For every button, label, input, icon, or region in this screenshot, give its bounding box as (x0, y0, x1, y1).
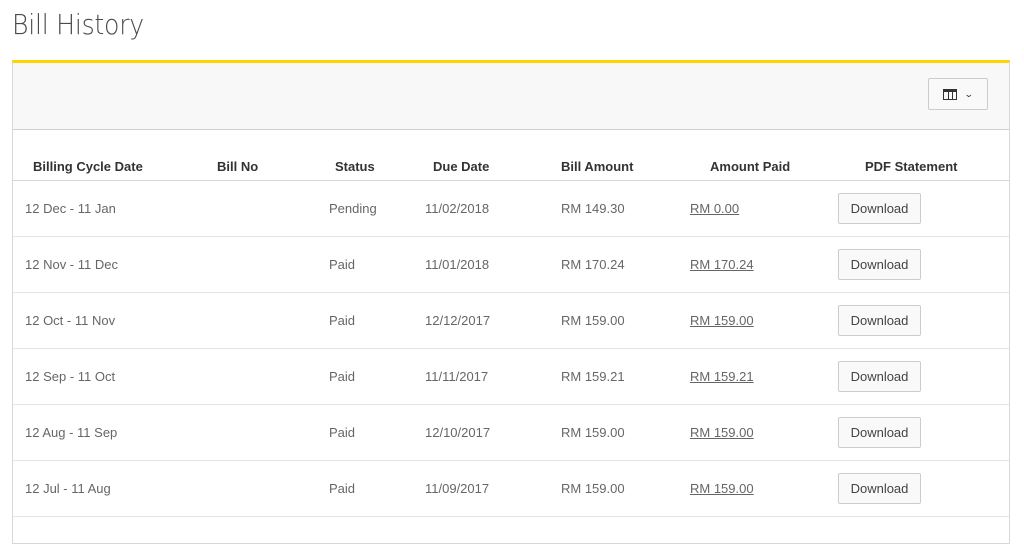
pdf-statement-cell: Download (838, 236, 1009, 293)
download-button[interactable]: Download (838, 248, 921, 280)
download-button[interactable]: Download (838, 192, 921, 224)
status: Paid (329, 292, 425, 349)
billing-cycle-date: 12 Oct - 11 Nov (13, 292, 199, 349)
pdf-statement-cell: Download (838, 180, 1009, 237)
status: Paid (329, 460, 425, 517)
bill-history-table: Billing Cycle Date Bill No Status Due Da… (13, 153, 1009, 546)
table-row: 12 Dec - 11 Jan Pending 11/02/2018 RM 14… (13, 180, 1009, 237)
status: Pending (329, 180, 425, 237)
bill-no (199, 404, 329, 461)
bill-amount: RM 159.00 (548, 292, 688, 349)
amount-paid-link[interactable]: RM 159.00 (690, 313, 754, 328)
due-date: 12/12/2017 (425, 292, 548, 349)
amount-paid-link[interactable]: RM 159.00 (690, 481, 754, 496)
amount-paid-cell: RM 159.00 (688, 460, 838, 517)
due-date: 11/01/2018 (425, 236, 548, 293)
spacer-cell (13, 516, 1009, 546)
pdf-statement-cell: Download (838, 292, 1009, 349)
billing-cycle-date: 12 Sep - 11 Oct (13, 348, 199, 405)
billing-cycle-date: 12 Jul - 11 Aug (13, 460, 199, 517)
header-status[interactable]: Status (329, 153, 425, 181)
amount-paid-cell: RM 0.00 (688, 180, 838, 237)
due-date: 11/11/2017 (425, 348, 548, 405)
amount-paid-cell: RM 159.00 (688, 292, 838, 349)
table-row: 12 Aug - 11 Sep Paid 12/10/2017 RM 159.0… (13, 404, 1009, 461)
status: Paid (329, 404, 425, 461)
chevron-down-icon: ⌄ (964, 88, 974, 99)
table-header-row: Billing Cycle Date Bill No Status Due Da… (13, 153, 1009, 181)
amount-paid-cell: RM 159.00 (688, 404, 838, 461)
bill-no (199, 236, 329, 293)
bill-amount: RM 159.00 (548, 460, 688, 517)
pdf-statement-cell: Download (838, 404, 1009, 461)
columns-icon (943, 88, 958, 100)
status: Paid (329, 236, 425, 293)
table-row: 12 Sep - 11 Oct Paid 11/11/2017 RM 159.2… (13, 348, 1009, 405)
header-amount-paid[interactable]: Amount Paid (688, 153, 838, 181)
column-chooser-button[interactable]: ⌄ (928, 78, 988, 110)
pdf-statement-cell: Download (838, 348, 1009, 405)
bill-history-panel: ⌄ Billing Cycle Date Bill No Status Due … (12, 60, 1010, 544)
amount-paid-link[interactable]: RM 0.00 (690, 201, 739, 216)
header-billing-cycle-date[interactable]: Billing Cycle Date (13, 153, 199, 181)
table-row: 12 Jul - 11 Aug Paid 11/09/2017 RM 159.0… (13, 460, 1009, 517)
bill-amount: RM 159.21 (548, 348, 688, 405)
bill-no (199, 292, 329, 349)
table-spacer-row (13, 516, 1009, 546)
table-row: 12 Oct - 11 Nov Paid 12/12/2017 RM 159.0… (13, 292, 1009, 349)
due-date: 11/02/2018 (425, 180, 548, 237)
amount-paid-link[interactable]: RM 159.00 (690, 425, 754, 440)
billing-cycle-date: 12 Dec - 11 Jan (13, 180, 199, 237)
header-bill-no[interactable]: Bill No (199, 153, 329, 181)
billing-cycle-date: 12 Nov - 11 Dec (13, 236, 199, 293)
download-button[interactable]: Download (838, 304, 921, 336)
header-due-date[interactable]: Due Date (425, 153, 548, 181)
pdf-statement-cell: Download (838, 460, 1009, 517)
header-pdf-statement[interactable]: PDF Statement (838, 153, 1009, 181)
amount-paid-cell: RM 170.24 (688, 236, 838, 293)
bill-amount: RM 170.24 (548, 236, 688, 293)
table-toolbar: ⌄ (13, 63, 1009, 130)
billing-cycle-date: 12 Aug - 11 Sep (13, 404, 199, 461)
page-title: Bill History (12, 8, 144, 41)
table-row: 12 Nov - 11 Dec Paid 11/01/2018 RM 170.2… (13, 236, 1009, 293)
bill-no (199, 180, 329, 237)
due-date: 11/09/2017 (425, 460, 548, 517)
amount-paid-cell: RM 159.21 (688, 348, 838, 405)
status: Paid (329, 348, 425, 405)
download-button[interactable]: Download (838, 360, 921, 392)
header-bill-amount[interactable]: Bill Amount (548, 153, 688, 181)
amount-paid-link[interactable]: RM 159.21 (690, 369, 754, 384)
bill-amount: RM 149.30 (548, 180, 688, 237)
download-button[interactable]: Download (838, 472, 921, 504)
download-button[interactable]: Download (838, 416, 921, 448)
amount-paid-link[interactable]: RM 170.24 (690, 257, 754, 272)
bill-no (199, 348, 329, 405)
bill-amount: RM 159.00 (548, 404, 688, 461)
bill-no (199, 460, 329, 517)
due-date: 12/10/2017 (425, 404, 548, 461)
